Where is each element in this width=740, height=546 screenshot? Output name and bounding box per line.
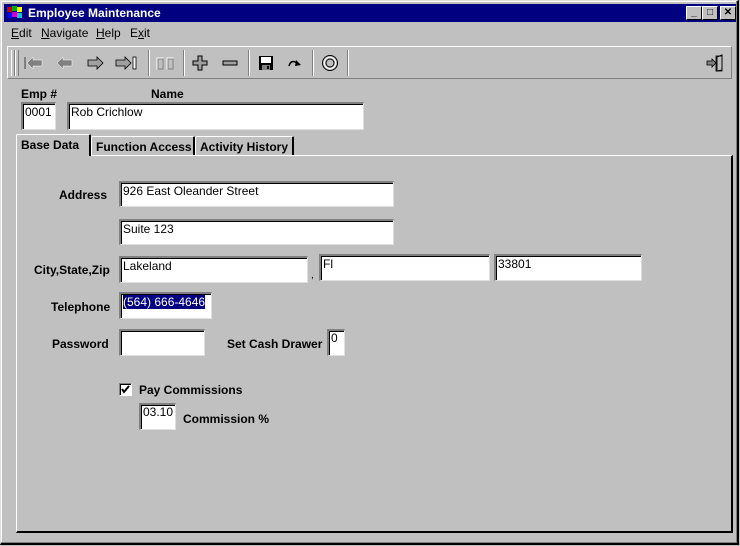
- commission-percent-field[interactable]: 03.10: [139, 403, 176, 430]
- maximize-button[interactable]: □: [702, 6, 718, 20]
- toolbar-separator: [347, 50, 349, 76]
- tab-function-access[interactable]: Function Access: [91, 136, 195, 156]
- city-field[interactable]: Lakeland: [119, 256, 308, 283]
- pay-commissions-checkbox[interactable]: [119, 383, 132, 396]
- save-button[interactable]: [254, 51, 278, 75]
- toolbar: [7, 46, 732, 79]
- help-button[interactable]: [318, 51, 342, 75]
- menu-edit[interactable]: Edit: [11, 26, 32, 40]
- add-button[interactable]: [188, 51, 212, 75]
- floppy-disk-icon: [259, 56, 273, 70]
- toolbar-separator: [148, 50, 150, 76]
- toolbar-separator: [248, 50, 250, 76]
- zip-field[interactable]: 33801: [494, 254, 642, 281]
- toolbar-grip[interactable]: [15, 50, 19, 76]
- address-line1-field[interactable]: 926 East Oleander Street: [119, 181, 394, 207]
- arrow-right-icon: [87, 56, 104, 70]
- telephone-selected-text: (564) 666-4646: [123, 295, 206, 309]
- delete-button[interactable]: [218, 51, 242, 75]
- emp-number-field[interactable]: 0001: [21, 102, 56, 130]
- close-icon: ✕: [723, 7, 733, 18]
- maximize-icon: □: [706, 7, 714, 18]
- redo-button[interactable]: [283, 51, 307, 75]
- plus-icon: [192, 55, 208, 71]
- commission-percent-label: Commission %: [183, 412, 270, 426]
- pay-commissions-label[interactable]: Pay Commissions: [139, 383, 242, 397]
- exit-button[interactable]: [703, 51, 727, 75]
- title-bar[interactable]: Employee Maintenance _ □ ✕: [4, 4, 736, 22]
- name-label: Name: [151, 87, 184, 101]
- find-button[interactable]: [153, 51, 177, 75]
- minimize-button[interactable]: _: [686, 6, 702, 20]
- next-record-button[interactable]: [83, 51, 107, 75]
- first-record-button[interactable]: [21, 51, 45, 75]
- toolbar-separator: [312, 50, 314, 76]
- address-label: Address: [59, 188, 108, 202]
- minimize-icon: _: [691, 7, 697, 18]
- emp-number-label: Emp #: [21, 87, 58, 101]
- close-button[interactable]: ✕: [720, 6, 736, 20]
- window-title: Employee Maintenance: [28, 6, 161, 20]
- lifebuoy-icon: [322, 55, 338, 71]
- telephone-field[interactable]: (564) 666-4646: [119, 292, 212, 319]
- menu-navigate[interactable]: Navigate: [41, 26, 88, 40]
- exit-door-icon: [706, 54, 723, 72]
- minus-icon: [222, 60, 238, 66]
- password-label: Password: [52, 337, 109, 351]
- checkmark-icon: [121, 385, 130, 394]
- cash-drawer-field[interactable]: 0: [327, 329, 345, 356]
- state-field[interactable]: Fl: [319, 254, 490, 281]
- menu-bar: Edit Navigate Help Exit: [4, 23, 734, 42]
- menu-exit[interactable]: Exit: [130, 26, 150, 40]
- address-line2-field[interactable]: Suite 123: [119, 219, 394, 245]
- binoculars-icon: [156, 57, 174, 70]
- menu-help[interactable]: Help: [96, 26, 121, 40]
- first-icon: [24, 56, 43, 70]
- employee-maintenance-window: Employee Maintenance _ □ ✕ Edit Navigate…: [0, 0, 739, 545]
- last-record-button[interactable]: [115, 51, 139, 75]
- comma-separator: ,: [311, 270, 314, 281]
- arrow-left-icon: [56, 56, 73, 70]
- toolbar-separator: [183, 50, 185, 76]
- telephone-label: Telephone: [51, 300, 111, 314]
- redo-icon: [288, 60, 301, 67]
- city-state-zip-label: City,State,Zip: [34, 263, 110, 277]
- name-field[interactable]: Rob Crichlow: [67, 102, 364, 130]
- previous-record-button[interactable]: [53, 51, 77, 75]
- tab-activity-history[interactable]: Activity History: [195, 136, 294, 156]
- set-cash-drawer-label: Set Cash Drawer: [227, 337, 323, 351]
- last-icon: [115, 56, 137, 70]
- app-icon: [7, 6, 22, 18]
- password-field[interactable]: [119, 329, 205, 356]
- tab-base-data[interactable]: Base Data: [16, 134, 91, 156]
